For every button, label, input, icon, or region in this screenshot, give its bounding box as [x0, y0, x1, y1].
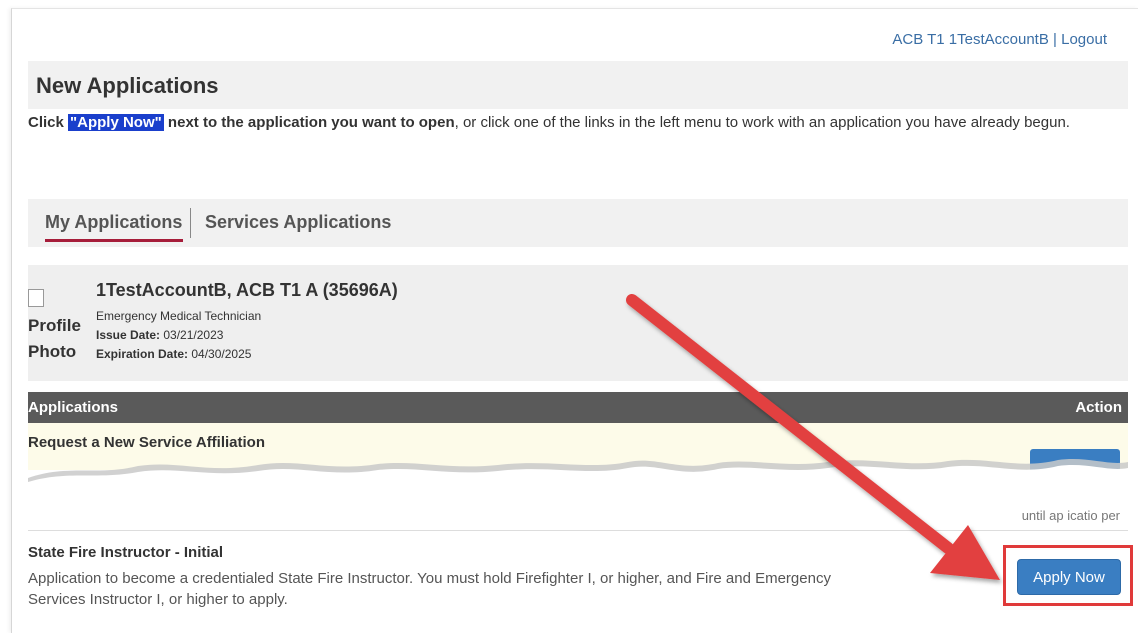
issue-date-label: Issue Date: [96, 328, 161, 342]
row-note: until ap icatio per [1021, 508, 1120, 523]
instructions-prefix: Click [28, 114, 69, 131]
profile-certification: Emergency Medical Technician [96, 309, 262, 323]
instructions: Click "Apply Now" next to the applicatio… [28, 114, 1070, 131]
tab-services-applications[interactable]: Services Applications [205, 212, 391, 233]
header-applications: Applications [28, 399, 119, 416]
profile-card: Profile Photo 1TestAccountB, ACB T1 A (3… [28, 265, 1128, 381]
apply-now-button[interactable]: Apply Now [1017, 559, 1121, 595]
header-action: Action [1075, 399, 1122, 416]
instructions-bold: next to the application you want to open [163, 114, 455, 131]
profile-photo-alt: Profile Photo [28, 316, 81, 361]
row-title: State Fire Instructor - Initial [28, 544, 224, 561]
instructions-suffix: , or click one of the links in the left … [454, 114, 1070, 131]
issue-date-value: 03/21/2023 [163, 328, 224, 342]
page-title-box: New Applications [28, 61, 1128, 109]
account-link[interactable]: ACB T1 1TestAccountB [892, 31, 1048, 48]
torn-edge [28, 459, 1128, 486]
page-title: New Applications [36, 73, 219, 98]
tab-my-applications[interactable]: My Applications [45, 212, 184, 242]
expiration-date-value: 04/30/2025 [191, 347, 252, 361]
table-row: State Fire Instructor - Initial Applicat… [28, 531, 1128, 631]
row-description: Application to become a credentialed Sta… [28, 570, 831, 608]
profile-name: 1TestAccountB, ACB T1 A (35696A) [96, 280, 398, 300]
applications-table-header: Applications Action [28, 392, 1128, 423]
expiration-date-label: Expiration Date: [96, 347, 189, 361]
profile-photo: Profile Photo [28, 287, 88, 365]
logout-link[interactable]: Logout [1061, 31, 1107, 48]
tab-bar: My Applications Services Applications [28, 199, 1128, 247]
account-bar: ACB T1 1TestAccountB | Logout [892, 31, 1107, 48]
profile-issue-date: Issue Date: 03/21/2023 [96, 328, 223, 342]
tab-divider [190, 208, 191, 238]
broken-image-icon [28, 289, 44, 307]
row-title: Request a New Service Affiliation [28, 434, 266, 451]
profile-expiration-date: Expiration Date: 04/30/2025 [96, 347, 251, 361]
apply-now-highlight: "Apply Now" [68, 114, 164, 131]
account-separator: | [1053, 31, 1057, 48]
